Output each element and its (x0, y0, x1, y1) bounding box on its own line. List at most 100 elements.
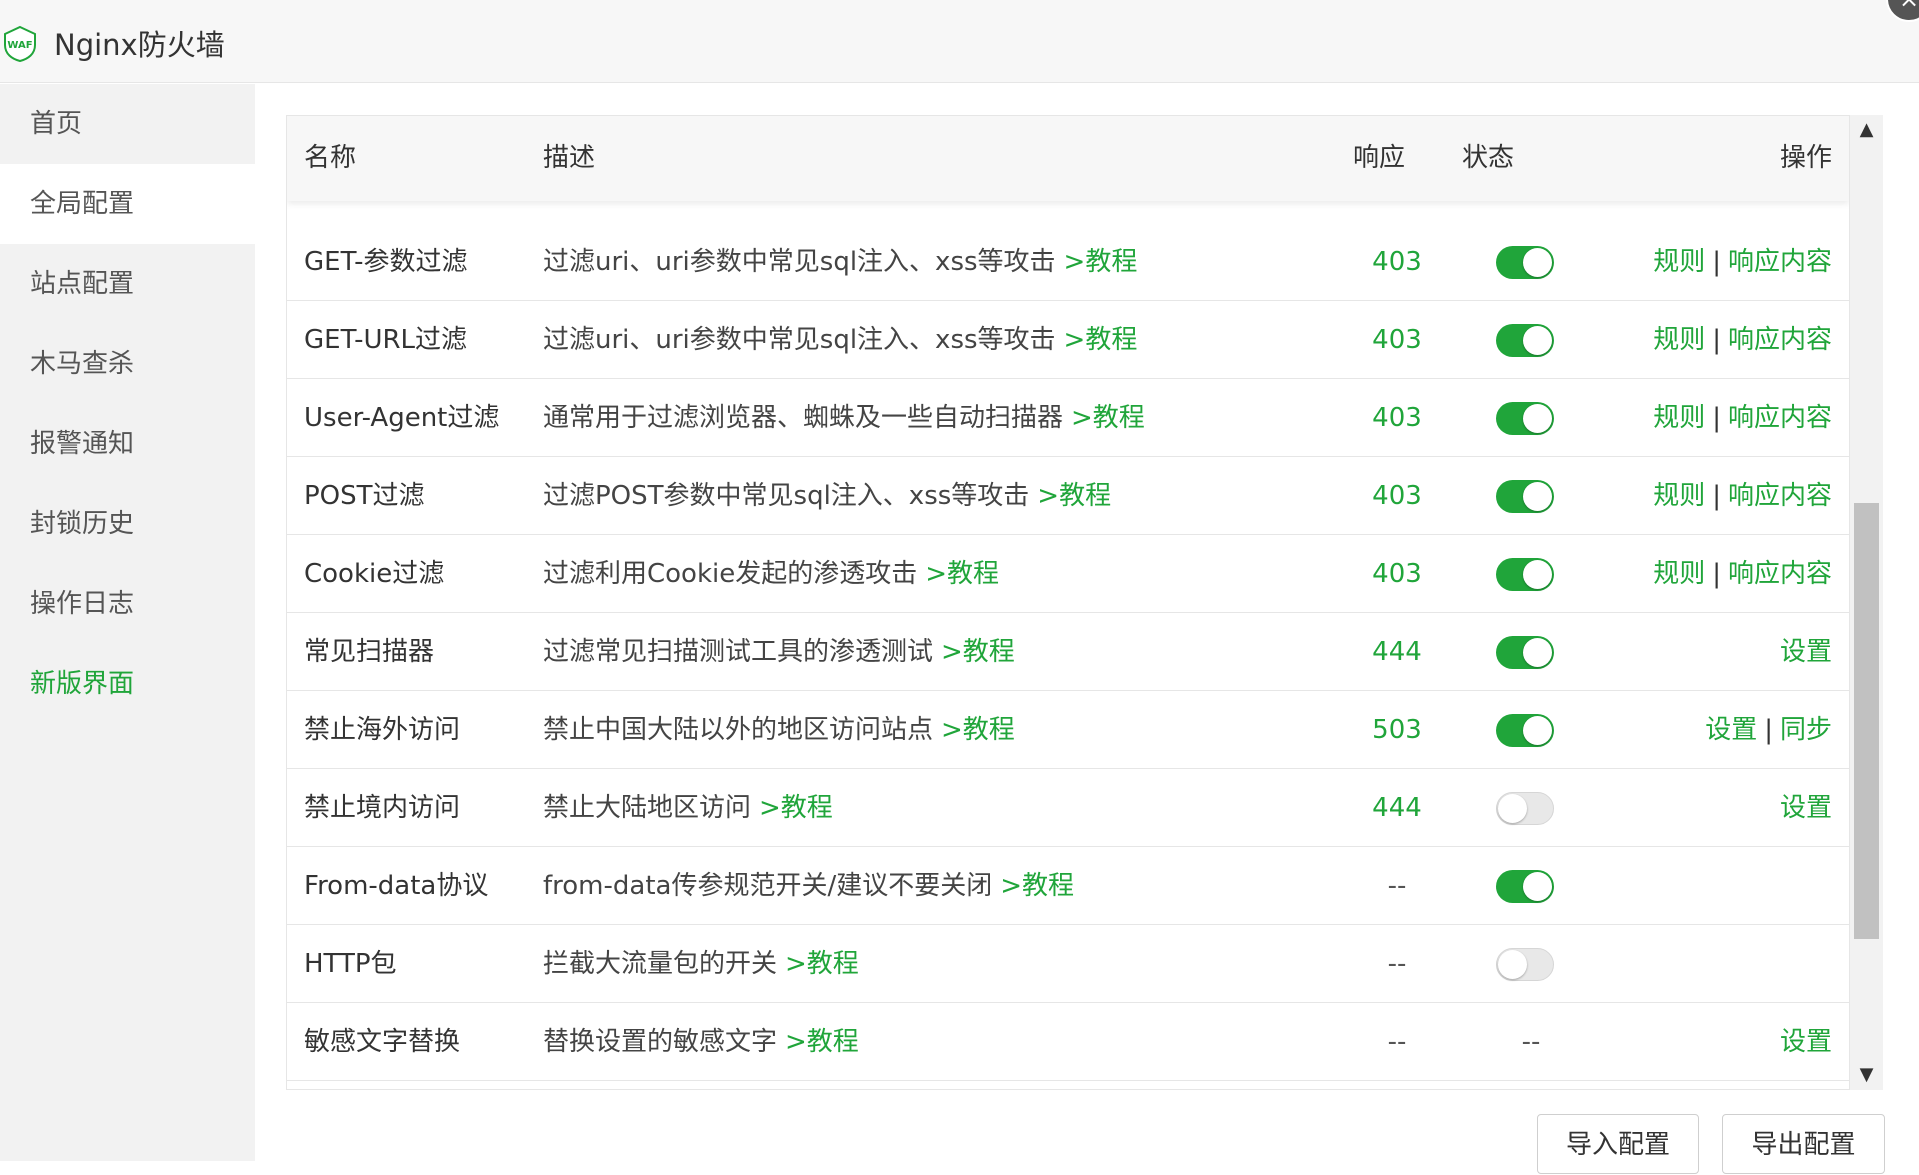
table-row: 常见扫描器 过滤常见扫描测试工具的渗透测试 >教程 444 设置 (287, 613, 1849, 691)
op-link[interactable]: 设置 (1705, 715, 1757, 745)
scroll-thumb[interactable] (1854, 503, 1879, 939)
op-link[interactable]: 响应内容 (1728, 559, 1832, 589)
op-link[interactable]: 设置 (1780, 793, 1832, 823)
op-link[interactable]: 规则 (1653, 559, 1705, 589)
response-code: 403 (1372, 325, 1422, 355)
tutorial-link[interactable]: >教程 (785, 949, 859, 979)
op-link[interactable]: 同步 (1780, 715, 1832, 745)
toggle-knob (1523, 638, 1552, 667)
rule-name: 禁止境内访问 (304, 793, 461, 823)
rule-description: 过滤POST参数中常见sql注入、xss等攻击 >教程 (543, 457, 1111, 535)
sidebar-item[interactable]: 首页 (0, 84, 255, 164)
ops-cell: 设置 (1780, 1003, 1832, 1081)
ops-cell: 设置 | 同步 (1705, 691, 1832, 769)
toggle-knob (1523, 716, 1552, 745)
state-toggle[interactable] (1496, 324, 1554, 357)
op-link[interactable]: 规则 (1653, 403, 1705, 433)
response-code: 403 (1372, 481, 1422, 511)
rule-description: 过滤利用Cookie发起的渗透攻击 >教程 (543, 535, 999, 613)
op-link[interactable]: 设置 (1780, 637, 1832, 667)
state-toggle[interactable] (1496, 636, 1554, 669)
table-row: From-data协议 from-data传参规范开关/建议不要关闭 >教程 -- (287, 847, 1849, 925)
toggle-knob (1498, 794, 1527, 823)
table-row: 禁止境内访问 禁止大陆地区访问 >教程 444 设置 (287, 769, 1849, 847)
tutorial-link[interactable]: >教程 (1000, 871, 1074, 901)
ops-separator: | (1712, 325, 1721, 355)
state-none: -- (1521, 1027, 1541, 1057)
op-link[interactable]: 规则 (1653, 481, 1705, 511)
ops-cell: 规则 | 响应内容 (1653, 379, 1832, 457)
state-toggle[interactable] (1496, 558, 1554, 591)
state-cell (1461, 925, 1601, 1003)
state-cell (1461, 769, 1601, 847)
toggle-knob (1523, 560, 1552, 589)
ops-separator: | (1764, 715, 1773, 745)
tutorial-link[interactable]: >教程 (925, 559, 999, 589)
op-link[interactable]: 响应内容 (1728, 403, 1832, 433)
state-cell: -- (1461, 1003, 1601, 1081)
import-config-button[interactable]: 导入配置 (1537, 1114, 1699, 1174)
table-header: 名称 描述 响应 状态 操作 (287, 116, 1849, 201)
toggle-knob (1523, 404, 1552, 433)
app-title: Nginx防火墙 (54, 28, 225, 62)
table-row: HTTP包 拦截大流量包的开关 >教程 -- (287, 925, 1849, 1003)
toggle-knob (1523, 248, 1552, 277)
state-toggle[interactable] (1496, 480, 1554, 513)
export-config-button[interactable]: 导出配置 (1722, 1114, 1885, 1174)
ops-cell: 规则 | 响应内容 (1653, 223, 1832, 301)
sidebar-item[interactable]: 封锁历史 (0, 484, 255, 564)
state-toggle[interactable] (1496, 402, 1554, 435)
sidebar-item[interactable]: 新版界面 (0, 644, 255, 724)
scroll-up-icon[interactable]: ▲ (1850, 115, 1883, 145)
sidebar-item[interactable]: 站点配置 (0, 244, 255, 324)
op-link[interactable]: 响应内容 (1728, 481, 1832, 511)
response-code: -- (1387, 871, 1407, 901)
tutorial-link[interactable]: >教程 (941, 715, 1015, 745)
rule-name: From-data协议 (304, 871, 489, 901)
tutorial-link[interactable]: >教程 (941, 637, 1015, 667)
rule-description-text: 禁止中国大陆以外的地区访问站点 (543, 715, 934, 745)
rules-table: 名称 描述 响应 状态 操作 GET-参数过滤 过滤uri、uri参数中常见sql… (286, 115, 1850, 1090)
response-code: 503 (1372, 715, 1422, 745)
table-row: 敏感文字替换 替换设置的敏感文字 >教程 -- -- 设置 (287, 1003, 1849, 1081)
state-toggle[interactable] (1496, 792, 1554, 825)
table-row: 禁止海外访问 禁止中国大陆以外的地区访问站点 >教程 503 设置 | 同步 (287, 691, 1849, 769)
header-resp: 响应 (1353, 143, 1406, 173)
state-toggle[interactable] (1496, 246, 1554, 279)
op-link[interactable]: 响应内容 (1728, 247, 1832, 277)
tutorial-link[interactable]: >教程 (785, 1027, 859, 1057)
rule-name: HTTP包 (304, 949, 397, 979)
state-toggle[interactable] (1496, 870, 1554, 903)
toggle-knob (1523, 326, 1552, 355)
tutorial-link[interactable]: >教程 (1064, 325, 1138, 355)
op-link[interactable]: 规则 (1653, 247, 1705, 277)
rule-description-text: 过滤利用Cookie发起的渗透攻击 (543, 559, 918, 589)
scroll-down-icon[interactable]: ▼ (1850, 1060, 1883, 1090)
scrollbar[interactable]: ▲ ▼ (1850, 115, 1883, 1090)
sidebar-item[interactable]: 全局配置 (0, 164, 255, 244)
table-row: GET-URL过滤 过滤uri、uri参数中常见sql注入、xss等攻击 >教程 40… (287, 301, 1849, 379)
state-cell (1461, 457, 1601, 535)
rule-description-text: 拦截大流量包的开关 (543, 949, 778, 979)
tutorial-link[interactable]: >教程 (1071, 403, 1145, 433)
sidebar-item[interactable]: 操作日志 (0, 564, 255, 644)
toggle-knob (1523, 482, 1552, 511)
tutorial-link[interactable]: >教程 (1037, 481, 1111, 511)
response-code: -- (1387, 949, 1407, 979)
waf-shield-icon: WAF (4, 25, 36, 63)
rule-description: 禁止中国大陆以外的地区访问站点 >教程 (543, 691, 1015, 769)
op-link[interactable]: 设置 (1780, 1027, 1832, 1057)
table-row: Cookie过滤 过滤利用Cookie发起的渗透攻击 >教程 403 规则 | 响应内容 (287, 535, 1849, 613)
sidebar-item[interactable]: 木马查杀 (0, 324, 255, 404)
sidebar-item[interactable]: 报警通知 (0, 404, 255, 484)
rule-name: GET-参数过滤 (304, 247, 468, 277)
rule-name: 敏感文字替换 (304, 1027, 461, 1057)
sidebar: 首页 全局配置 站点配置 木马查杀 报警通知 封锁历史 操作日志 新版界面 (0, 84, 255, 1161)
op-link[interactable]: 规则 (1653, 325, 1705, 355)
state-toggle[interactable] (1496, 714, 1554, 747)
op-link[interactable]: 响应内容 (1728, 325, 1832, 355)
tutorial-link[interactable]: >教程 (759, 793, 833, 823)
tutorial-link[interactable]: >教程 (1064, 247, 1138, 277)
state-toggle[interactable] (1496, 948, 1554, 981)
rule-description-text: 过滤uri、uri参数中常见sql注入、xss等攻击 (543, 247, 1056, 277)
